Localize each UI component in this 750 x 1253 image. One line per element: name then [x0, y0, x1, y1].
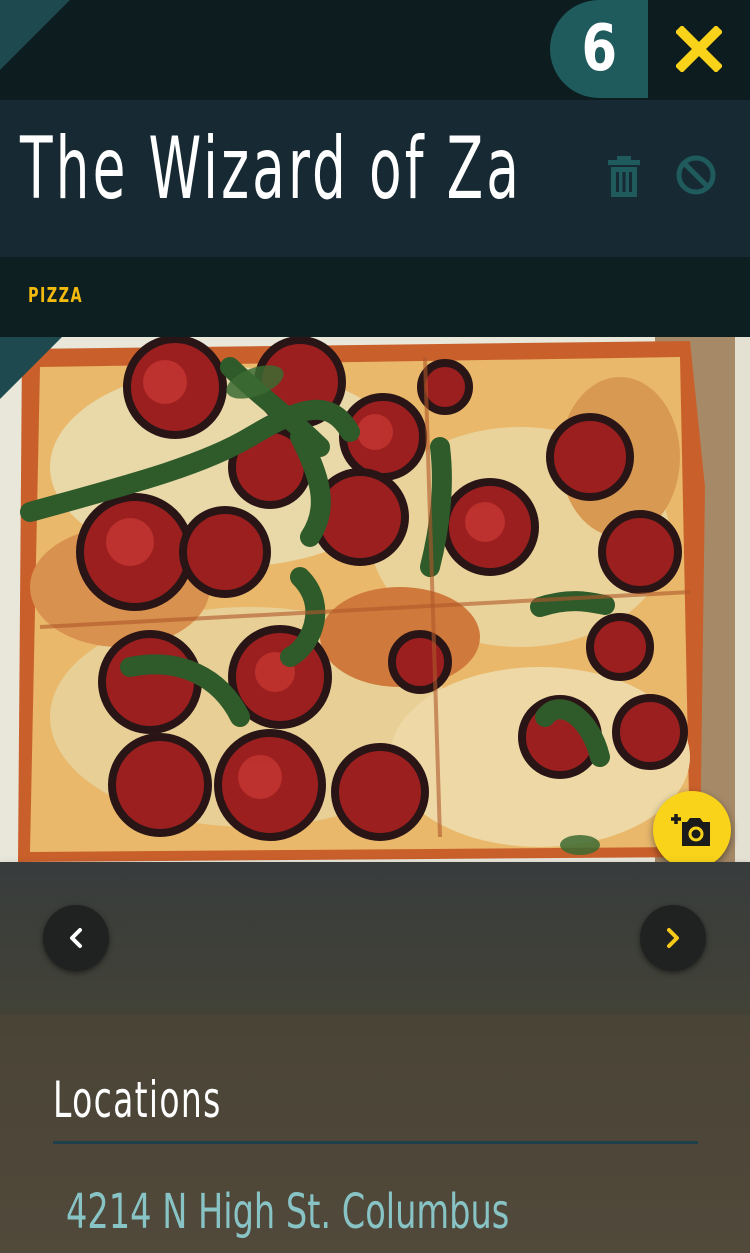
- chevron-left-icon: [70, 928, 82, 948]
- count-badge: 6: [550, 0, 648, 98]
- chevron-right-icon: [667, 928, 679, 948]
- block-icon: [676, 155, 716, 195]
- previous-photo-button[interactable]: [43, 905, 109, 971]
- corner-decoration: [0, 0, 70, 70]
- add-photo-button[interactable]: [653, 791, 731, 869]
- count-badge-value: 6: [581, 12, 617, 86]
- delete-button[interactable]: [604, 155, 644, 199]
- close-button[interactable]: [648, 0, 750, 98]
- close-icon: [676, 26, 722, 72]
- food-photo: [0, 337, 750, 862]
- locations-section: Locations 4214 N High St. Columbus: [0, 1015, 750, 1253]
- category-bar: PIZZA: [0, 257, 750, 337]
- top-bar: 6: [0, 0, 750, 100]
- location-address-link[interactable]: 4214 N High St. Columbus: [66, 1188, 509, 1236]
- add-photo-icon: [671, 814, 710, 846]
- page-title: The Wizard of Za: [20, 119, 523, 219]
- next-photo-button[interactable]: [640, 905, 706, 971]
- locations-divider: [53, 1141, 698, 1144]
- corner-decoration: [0, 337, 62, 399]
- category-label: PIZZA: [28, 283, 84, 307]
- pizza-image: [0, 337, 750, 862]
- header: The Wizard of Za: [0, 100, 750, 257]
- trash-icon: [608, 156, 640, 197]
- photo-nav-bar: [0, 862, 750, 1015]
- locations-heading: Locations: [53, 1071, 222, 1129]
- block-button[interactable]: [674, 153, 718, 197]
